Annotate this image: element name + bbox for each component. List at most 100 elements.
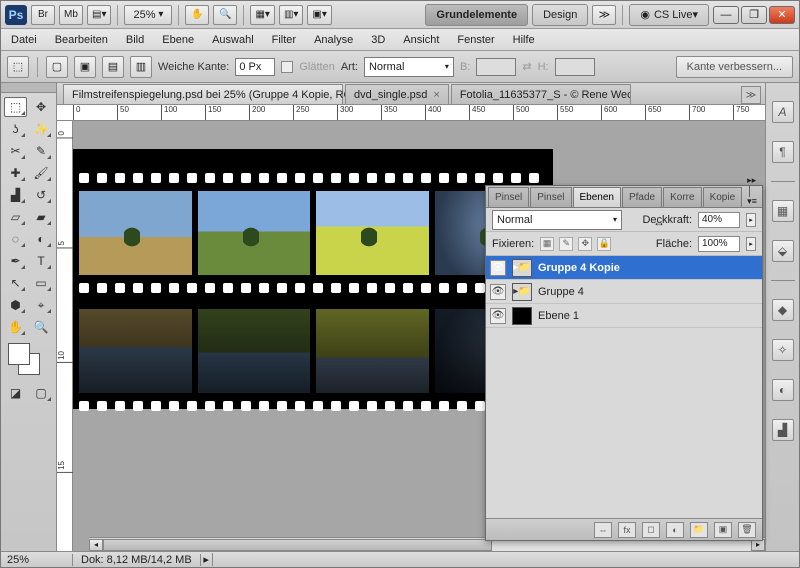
lock-brush-icon[interactable]: ✎	[559, 237, 573, 251]
zoom-tool-button[interactable]: 🔍	[213, 5, 237, 25]
tool-3d[interactable]: ⬢	[4, 295, 27, 315]
dock-swatches-icon[interactable]: ▦	[772, 200, 794, 222]
close-icon[interactable]: ×	[433, 89, 439, 101]
dock-styles-icon[interactable]: ⬙	[772, 240, 794, 262]
lock-all-icon[interactable]: 🔒	[597, 237, 611, 251]
opacity-input[interactable]: 40%	[698, 212, 740, 228]
panel-tab-pinsel2[interactable]: Pinsel	[530, 187, 571, 207]
status-menu-toggle[interactable]: ▸	[201, 553, 213, 566]
tool-eyedropper[interactable]: ✎	[30, 141, 53, 161]
panel-tab-ebenen[interactable]: Ebenen	[573, 187, 621, 207]
workspace-primary[interactable]: Grundelemente	[425, 4, 528, 26]
minibridge-button[interactable]: Mb	[59, 5, 83, 25]
menu-fenster[interactable]: Fenster	[457, 34, 494, 46]
arrange-docs-button[interactable]: ▥▾	[279, 5, 303, 25]
tool-history-brush[interactable]: ↺	[30, 185, 53, 205]
layer-name[interactable]: Gruppe 4 Kopie	[538, 262, 620, 274]
tool-magic-wand[interactable]: ✨	[30, 119, 53, 139]
status-docsize[interactable]: Dok: 8,12 MB/14,2 MB	[73, 554, 201, 566]
panel-tab-pfade[interactable]: Pfade	[622, 187, 662, 207]
visibility-toggle[interactable]: 👁	[490, 260, 506, 276]
ruler-vertical[interactable]: 051015	[57, 121, 73, 551]
tool-path-select[interactable]: ↖	[4, 273, 27, 293]
layer-fx-icon[interactable]: fx	[618, 522, 636, 538]
tool-gradient[interactable]: ▰	[30, 207, 53, 227]
doc-tab-1[interactable]: Filmstreifenspiegelung.psd bei 25% (Grup…	[63, 84, 343, 104]
menu-auswahl[interactable]: Auswahl	[212, 34, 254, 46]
fill-input[interactable]: 100%	[698, 236, 740, 252]
toolbox-grip[interactable]	[1, 83, 56, 93]
zoom-combo[interactable]: 25% ▾	[124, 5, 172, 25]
tool-shape[interactable]: ▭	[30, 273, 53, 293]
tool-marquee[interactable]: ⬚	[4, 97, 27, 117]
hand-tool-button[interactable]: ✋	[185, 5, 209, 25]
layer-name[interactable]: Gruppe 4	[538, 286, 584, 298]
tool-dodge[interactable]: ◐	[30, 229, 53, 249]
dock-paragraph-icon[interactable]: ¶	[772, 141, 794, 163]
layer-row[interactable]: 👁 Ebene 1	[486, 304, 762, 328]
selection-add[interactable]: ▣	[74, 56, 96, 78]
cslive-button[interactable]: ◉ CS Live ▾	[629, 4, 709, 26]
fill-slider-toggle[interactable]: ▸	[746, 237, 756, 251]
status-zoom[interactable]: 25%	[1, 554, 73, 566]
lock-pixels-icon[interactable]: ▦	[540, 237, 554, 251]
style-select[interactable]: Normal▾	[364, 57, 454, 77]
layer-row[interactable]: 👁 ▸📁 Gruppe 4	[486, 280, 762, 304]
lock-position-icon[interactable]: ✥	[578, 237, 592, 251]
dock-layers-icon[interactable]: ◆	[772, 299, 794, 321]
tool-lasso[interactable]: ʖ	[4, 119, 27, 139]
tool-move[interactable]: ✥	[30, 97, 53, 117]
blend-mode-select[interactable]: Normal▾	[492, 210, 622, 230]
selection-intersect[interactable]: ▥	[130, 56, 152, 78]
menu-bild[interactable]: Bild	[126, 34, 144, 46]
tool-crop[interactable]: ✂	[4, 141, 27, 161]
tool-pen[interactable]: ✒	[4, 251, 27, 271]
window-maximize[interactable]: ❐	[741, 6, 767, 24]
dock-type-icon[interactable]: A	[772, 101, 794, 123]
panel-tab-kopie[interactable]: Kopie	[703, 187, 743, 207]
dock-navigator-icon[interactable]: ✧	[772, 339, 794, 361]
panel-overflow-icon[interactable]: ▸▸ │ ▾≡	[743, 175, 762, 207]
workspace-secondary[interactable]: Design	[532, 4, 588, 26]
panel-tab-korrekturen[interactable]: Korre	[663, 187, 701, 207]
tool-screenmode[interactable]: ▢	[30, 383, 53, 403]
layer-row[interactable]: 👁 ▸📁 Gruppe 4 Kopie	[486, 256, 762, 280]
tool-3d-camera[interactable]: ⌖	[30, 295, 53, 315]
opacity-slider-toggle[interactable]: ▸	[746, 213, 756, 227]
menu-3d[interactable]: 3D	[371, 34, 385, 46]
panel-tab-pinsel1[interactable]: Pinsel	[488, 187, 529, 207]
adjustment-layer-icon[interactable]: ◐	[666, 522, 684, 538]
menu-analyse[interactable]: Analyse	[314, 34, 353, 46]
foreground-swatch[interactable]	[8, 343, 30, 365]
layer-group-icon[interactable]: 📁	[690, 522, 708, 538]
new-layer-icon[interactable]: ▣	[714, 522, 732, 538]
rotate-view-button[interactable]: ▦▾	[250, 5, 274, 25]
tool-blur[interactable]: ◌	[4, 229, 27, 249]
delete-layer-icon[interactable]: 🗑	[738, 522, 756, 538]
tool-zoom[interactable]: 🔍	[30, 317, 53, 337]
dock-adjustments-icon[interactable]: ◐	[772, 379, 794, 401]
doc-tab-2[interactable]: dvd_single.psd×	[345, 84, 449, 104]
tool-stamp[interactable]: ▟	[4, 185, 27, 205]
menu-ebene[interactable]: Ebene	[162, 34, 194, 46]
menu-hilfe[interactable]: Hilfe	[513, 34, 535, 46]
workspace-more[interactable]: ≫	[592, 5, 616, 25]
menu-bearbeiten[interactable]: Bearbeiten	[55, 34, 108, 46]
link-layers-icon[interactable]: ⇔	[594, 522, 612, 538]
screen-mode-button[interactable]: ▣▾	[307, 5, 331, 25]
color-swatches[interactable]	[4, 343, 53, 379]
layer-mask-icon[interactable]: ◻	[642, 522, 660, 538]
tool-type[interactable]: T	[30, 251, 53, 271]
tool-hand[interactable]: ✋	[4, 317, 27, 337]
layer-name[interactable]: Ebene 1	[538, 310, 579, 322]
window-close[interactable]: ✕	[769, 6, 795, 24]
tool-brush[interactable]: 🖌	[30, 163, 53, 183]
doc-tabs-overflow[interactable]: ≫	[741, 86, 761, 104]
doc-tab-3[interactable]: Fotolia_11635377_S - © Rene Wech	[451, 84, 631, 104]
feather-input[interactable]	[235, 58, 275, 76]
bridge-button[interactable]: Br	[31, 5, 55, 25]
tool-eraser[interactable]: ▱	[4, 207, 27, 227]
scroll-left-icon[interactable]: ◂	[89, 539, 103, 551]
menu-filter[interactable]: Filter	[272, 34, 296, 46]
ruler-horizontal[interactable]: 0501001502002503003504004505005506006507…	[57, 105, 765, 121]
